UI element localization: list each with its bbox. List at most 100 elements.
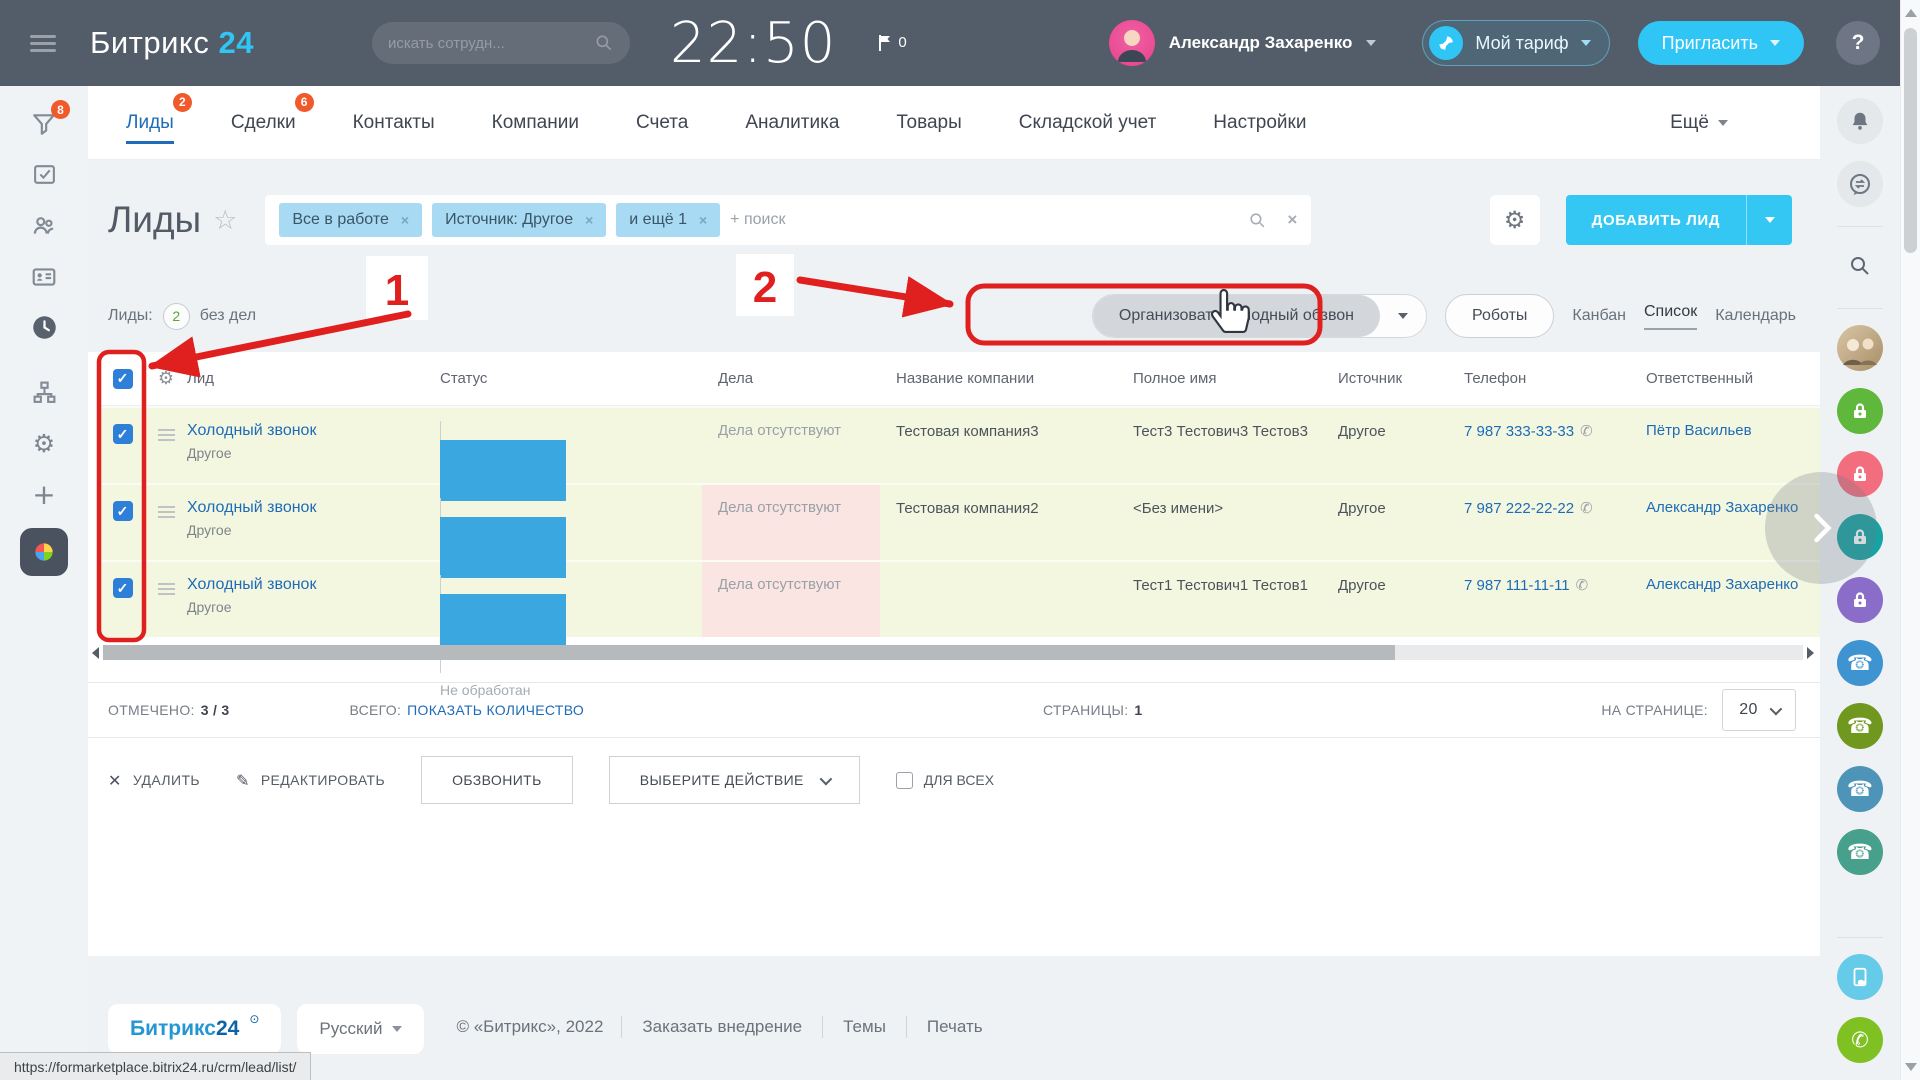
notifications-bell-button[interactable] (1837, 98, 1883, 144)
team-avatar[interactable] (1837, 325, 1883, 371)
call-all-button[interactable]: ОБЗВОНИТЬ (421, 756, 573, 804)
tab-invoices[interactable]: Счета (636, 108, 688, 138)
col-header-fullname[interactable]: Полное имя (1117, 370, 1322, 387)
sidebar-item-employees[interactable] (0, 200, 88, 251)
footer-logo-button[interactable]: Битрикс24 ⊙ (108, 1004, 281, 1054)
footer-link-implementation[interactable]: Заказать внедрение (642, 1017, 802, 1037)
responsible-link[interactable]: Пётр Васильев (1646, 422, 1820, 439)
col-header-source[interactable]: Источник (1322, 370, 1454, 387)
col-header-phone[interactable]: Телефон (1454, 370, 1646, 387)
select-all-checkbox[interactable]: ✓ (113, 369, 133, 389)
chip-remove-icon[interactable]: × (401, 212, 409, 228)
for-all-checkbox-row[interactable]: ДЛЯ ВСЕХ (896, 772, 994, 789)
chip-remove-icon[interactable]: × (699, 212, 707, 228)
col-header-company[interactable]: Название компании (880, 370, 1117, 387)
sidebar-search-button[interactable] (1837, 243, 1883, 289)
col-header-responsible[interactable]: Ответственный (1646, 370, 1820, 387)
scrollbar-down-arrow[interactable] (1905, 1063, 1917, 1071)
call-handset-button[interactable]: ✆ (1837, 1017, 1883, 1063)
invite-button[interactable]: Пригласить (1638, 21, 1804, 65)
browser-scrollbar[interactable] (1900, 0, 1920, 1080)
responsible-link[interactable]: Александр Захаренко (1646, 576, 1820, 593)
tab-products[interactable]: Товары (896, 108, 961, 138)
col-header-lead[interactable]: Лид (187, 370, 440, 387)
columns-gear-icon[interactable]: ⚙ (158, 368, 174, 389)
tab-contacts[interactable]: Контакты (353, 108, 435, 138)
search-icon[interactable] (1248, 211, 1267, 230)
grid-settings-button[interactable]: ⚙ (1490, 195, 1540, 245)
user-avatar[interactable] (1109, 20, 1155, 66)
clock[interactable]: 22:50 (670, 11, 836, 76)
sidebar-item-tasks[interactable] (0, 149, 88, 200)
sidebar-item-market[interactable] (20, 528, 68, 576)
view-kanban[interactable]: Канбан (1572, 307, 1626, 325)
sidebar-item-add[interactable]: + (0, 469, 88, 520)
filter-search-box[interactable]: Все в работе× Источник: Другое× и ещё 1×… (265, 195, 1311, 245)
phone-blue-button[interactable]: ☎ (1837, 640, 1883, 686)
employee-search-input[interactable] (388, 35, 594, 52)
phone-link[interactable]: 7 987 333-33-33 (1464, 423, 1574, 440)
col-header-status[interactable]: Статус (440, 370, 702, 387)
cold-call-label[interactable]: Организовать холодный обзвон (1093, 295, 1380, 337)
scrollbar-thumb[interactable] (103, 645, 1395, 660)
show-count-link[interactable]: ПОКАЗАТЬ КОЛИЧЕСТВО (407, 702, 584, 718)
edit-button[interactable]: ✎РЕДАКТИРОВАТЬ (236, 771, 385, 790)
horizontal-scrollbar[interactable] (88, 645, 1820, 660)
tab-settings[interactable]: Настройки (1213, 108, 1306, 138)
footer-link-themes[interactable]: Темы (843, 1017, 886, 1037)
cold-call-dropdown[interactable] (1380, 295, 1426, 337)
chip-remove-icon[interactable]: × (585, 212, 593, 228)
add-lead-button[interactable]: ДОБАВИТЬ ЛИД (1566, 195, 1792, 245)
phone-link[interactable]: 7 987 111-11-11 (1464, 577, 1570, 594)
tab-more[interactable]: Ещё (1670, 112, 1728, 134)
tab-leads[interactable]: Лиды2 (126, 108, 174, 138)
phone-link[interactable]: 7 987 222-22-22 (1464, 500, 1574, 517)
mobile-device-button[interactable] (1837, 954, 1883, 1000)
flag-counter[interactable]: 0 (878, 34, 906, 52)
lead-title-link[interactable]: Холодный звонок (187, 499, 316, 516)
tab-deals[interactable]: Сделки6 (231, 108, 296, 138)
scroll-left-arrow[interactable] (92, 647, 99, 659)
phone-teal-button[interactable]: ☎ (1837, 829, 1883, 875)
row-checkbox[interactable]: ✓ (113, 578, 133, 598)
lead-title-link[interactable]: Холодный звонок (187, 422, 316, 439)
scrollbar-up-arrow[interactable] (1905, 9, 1917, 17)
clear-filter-icon[interactable]: × (1287, 210, 1297, 230)
lead-title-link[interactable]: Холодный звонок (187, 576, 316, 593)
tab-warehouse[interactable]: Складской учет (1019, 108, 1157, 138)
filter-chip[interactable]: и ещё 1× (616, 203, 720, 237)
row-menu-icon[interactable] (145, 562, 187, 637)
row-menu-icon[interactable] (145, 408, 187, 483)
sidebar-item-company-structure[interactable] (0, 367, 88, 418)
choose-action-select[interactable]: ВЫБЕРИТЕ ДЕЙСТВИЕ (609, 756, 860, 804)
footer-link-print[interactable]: Печать (927, 1017, 983, 1037)
scroll-right-arrow[interactable] (1807, 647, 1814, 659)
my-plan-button[interactable]: Мой тариф (1422, 20, 1609, 66)
per-page-select[interactable]: 20 (1722, 689, 1796, 731)
sidebar-item-filter-funnel[interactable]: 8 (0, 98, 88, 149)
row-menu-icon[interactable] (145, 485, 187, 560)
sidebar-item-settings[interactable]: ⚙ (0, 418, 88, 469)
for-all-checkbox[interactable] (896, 772, 913, 789)
tab-analytics[interactable]: Аналитика (745, 108, 839, 138)
messenger-button[interactable] (1837, 161, 1883, 207)
favorite-star-icon[interactable]: ☆ (213, 205, 237, 236)
user-menu[interactable]: Александр Захаренко (1109, 20, 1377, 66)
phone-steel-button[interactable]: ☎ (1837, 766, 1883, 812)
add-lead-dropdown[interactable] (1746, 195, 1792, 245)
language-select[interactable]: Русский (297, 1004, 424, 1054)
lock-purple-button[interactable] (1837, 577, 1883, 623)
scrollbar-thumb[interactable] (1904, 28, 1917, 253)
view-calendar[interactable]: Календарь (1715, 307, 1796, 325)
phone-olive-button[interactable]: ☎ (1837, 703, 1883, 749)
bitrix-logo[interactable]: Битрикс 24 (90, 25, 254, 61)
delete-button[interactable]: ✕УДАЛИТЬ (108, 771, 200, 790)
lock-green-button[interactable] (1837, 388, 1883, 434)
employee-search[interactable] (372, 22, 630, 64)
filter-search-input[interactable] (730, 211, 1238, 229)
filter-chip[interactable]: Все в работе× (279, 203, 422, 237)
help-button[interactable]: ? (1836, 21, 1880, 65)
tab-companies[interactable]: Компании (492, 108, 579, 138)
row-checkbox[interactable]: ✓ (113, 501, 133, 521)
main-menu-icon[interactable] (30, 31, 56, 56)
